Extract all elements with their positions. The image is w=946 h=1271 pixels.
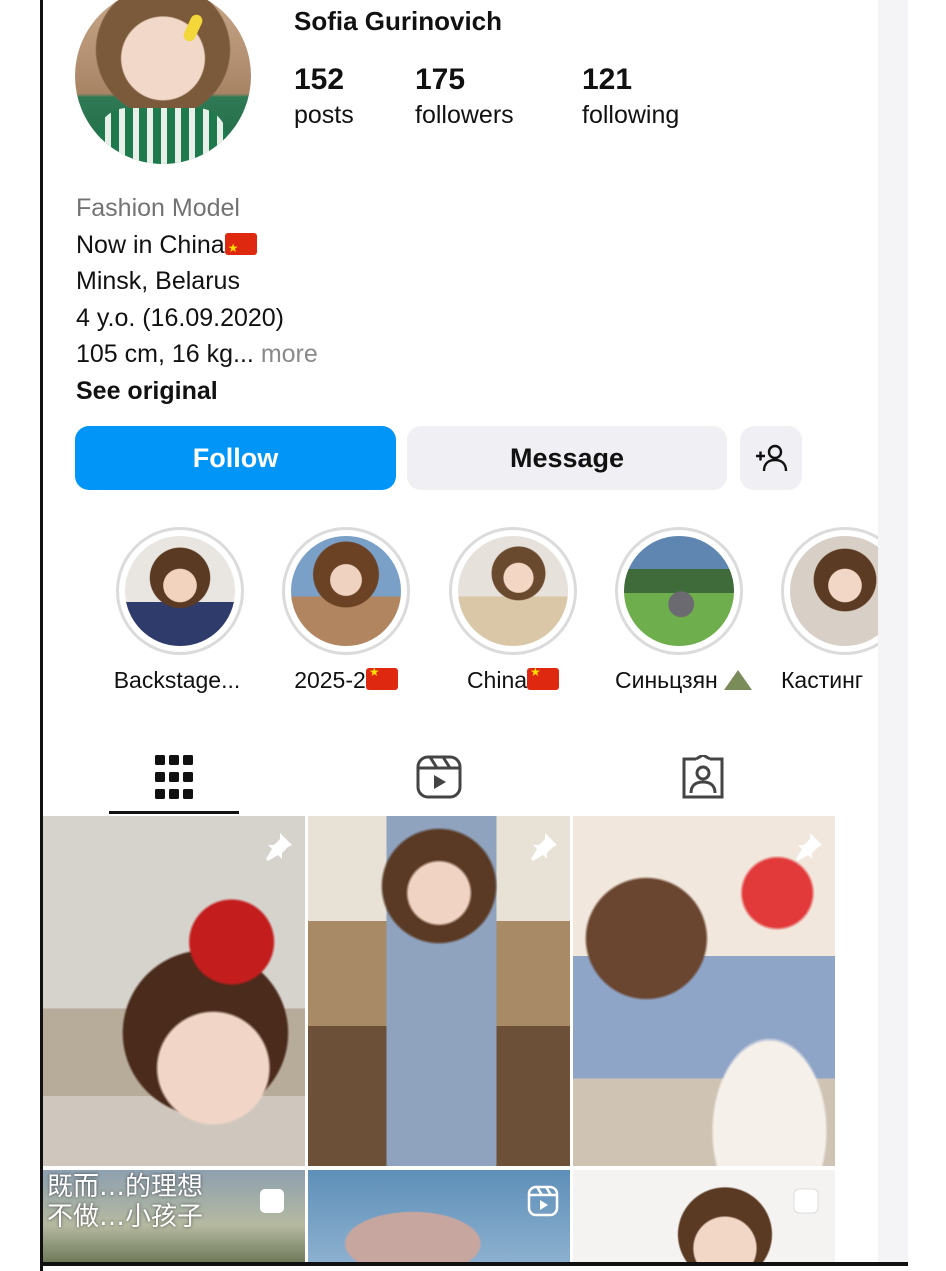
post-tile[interactable]: 既而…的理想 不做…小孩子	[43, 1170, 305, 1262]
highlight-cover	[790, 536, 878, 646]
bio-line-age: 4 y.o. (16.09.2020)	[76, 303, 285, 332]
stat-followers-value: 175	[415, 63, 466, 96]
china-flag-icon	[527, 665, 560, 690]
frame-edge-left	[40, 0, 43, 1271]
post-tile[interactable]	[573, 1170, 835, 1262]
highlight-ring	[781, 527, 878, 655]
highlight-cover	[125, 536, 235, 646]
stat-posts[interactable]: 152 posts	[294, 62, 354, 132]
tagged-icon	[682, 755, 724, 799]
china-flag-icon	[365, 665, 398, 690]
highlight-label-wrap: 2025-2	[282, 665, 410, 694]
screen-edge	[878, 0, 908, 1262]
highlight-cover	[624, 536, 734, 646]
reels-icon	[526, 1184, 560, 1218]
bio-line1-text: Now in China	[76, 230, 225, 259]
highlight-backstage[interactable]: Backstage...	[114, 527, 244, 694]
highlight-ring	[615, 527, 743, 655]
post-caption-overlay: 既而…的理想 不做…小孩子	[47, 1172, 203, 1232]
scarf-detail	[97, 108, 227, 164]
bio-line-city: Minsk, Belarus	[76, 267, 240, 295]
china-flag-icon	[224, 230, 257, 266]
highlight-label: Backstage...	[113, 667, 241, 693]
highlight-2025-2[interactable]: 2025-2	[282, 527, 410, 694]
pin-icon	[261, 830, 295, 864]
bio-line4-text: 105 cm, 16 kg...	[76, 340, 254, 368]
highlight-label: Синьцзян	[615, 667, 718, 693]
suggested-users-button[interactable]	[740, 426, 802, 490]
stat-following-label: following	[582, 101, 680, 129]
highlight-label: 2025-2	[294, 667, 366, 693]
reels-icon	[416, 755, 462, 799]
tab-tagged[interactable]	[638, 742, 768, 812]
highlight-cover	[458, 536, 568, 646]
grid-icon	[155, 755, 193, 799]
tab-posts-grid[interactable]	[109, 742, 239, 812]
bio-category: Fashion Model	[76, 194, 240, 222]
stat-posts-label: posts	[294, 101, 354, 129]
highlight-ring	[449, 527, 577, 655]
pin-icon	[791, 830, 825, 864]
bio-line-location-now: Now in China	[76, 227, 318, 266]
highlight-label-wrap: Синьцзян	[615, 667, 753, 694]
stat-followers-label: followers	[415, 101, 514, 129]
post-tile[interactable]	[43, 816, 305, 1166]
frame-edge-bottom	[40, 1262, 908, 1266]
highlight-label: China	[466, 667, 528, 693]
post-tile[interactable]	[308, 816, 570, 1166]
stat-followers[interactable]: 175 followers	[415, 62, 514, 132]
highlight-xinjiang[interactable]: Синьцзян	[615, 527, 753, 694]
highlight-china[interactable]: China	[449, 527, 577, 694]
profile-avatar[interactable]	[75, 0, 251, 164]
post-tile[interactable]	[308, 1170, 570, 1262]
mountain-icon	[724, 670, 753, 690]
carousel-icon	[255, 1184, 289, 1218]
stat-following[interactable]: 121 following	[582, 62, 679, 132]
message-button[interactable]: Message	[407, 426, 727, 490]
add-person-icon	[756, 444, 788, 472]
highlight-cover	[291, 536, 401, 646]
pin-icon	[526, 830, 560, 864]
see-original-link[interactable]: See original	[76, 373, 318, 410]
bio-more-link[interactable]: more	[254, 340, 318, 368]
carousel-icon	[789, 1184, 823, 1218]
highlight-ring	[282, 527, 410, 655]
follow-button[interactable]: Follow	[75, 426, 396, 490]
highlight-label: Кастинг	[781, 667, 864, 693]
active-tab-indicator	[109, 811, 239, 814]
highlight-ring	[116, 527, 244, 655]
highlight-casting[interactable]: Кастинг	[781, 527, 878, 694]
post-tile[interactable]	[573, 816, 835, 1166]
highlight-label-wrap: China	[449, 665, 577, 694]
overlay-line1: 既而…的理想	[47, 1172, 204, 1202]
bio-line-size: 105 cm, 16 kg... more	[76, 336, 318, 373]
overlay-line2: 不做…小孩子	[47, 1202, 204, 1232]
profile-bio: Fashion Model Now in China Minsk, Belaru…	[76, 190, 318, 409]
tab-reels[interactable]	[374, 742, 504, 812]
stat-following-value: 121	[582, 63, 633, 96]
hairclip-detail	[181, 12, 205, 44]
stat-posts-value: 152	[294, 63, 345, 96]
profile-username: Sofia Gurinovich	[294, 6, 503, 36]
